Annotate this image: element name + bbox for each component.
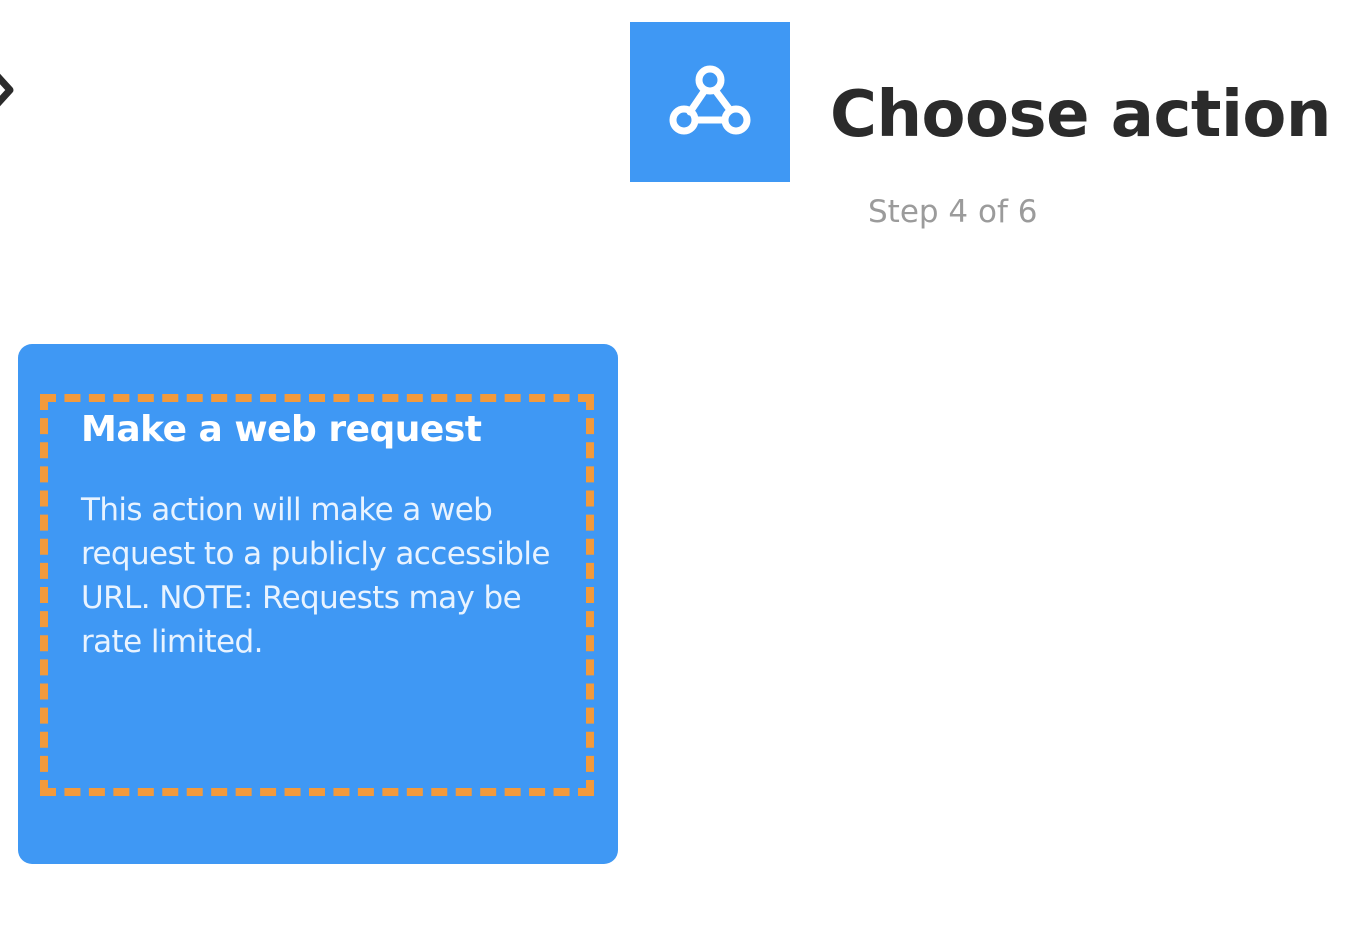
action-card-make-web-request[interactable]: Make a web request This action will make…	[18, 344, 618, 864]
webhooks-icon	[669, 65, 751, 135]
webhooks-service-icon	[630, 22, 790, 182]
page-title: Choose action	[830, 78, 1331, 152]
step-indicator: Step 4 of 6	[868, 194, 1038, 230]
choose-action-page: Choose action Step 4 of 6 Make a web req…	[0, 0, 1356, 946]
action-card-description: This action will make a web request to a…	[81, 492, 550, 660]
action-card-title: Make a web request	[81, 409, 482, 450]
back-arrow-icon[interactable]	[0, 64, 14, 116]
